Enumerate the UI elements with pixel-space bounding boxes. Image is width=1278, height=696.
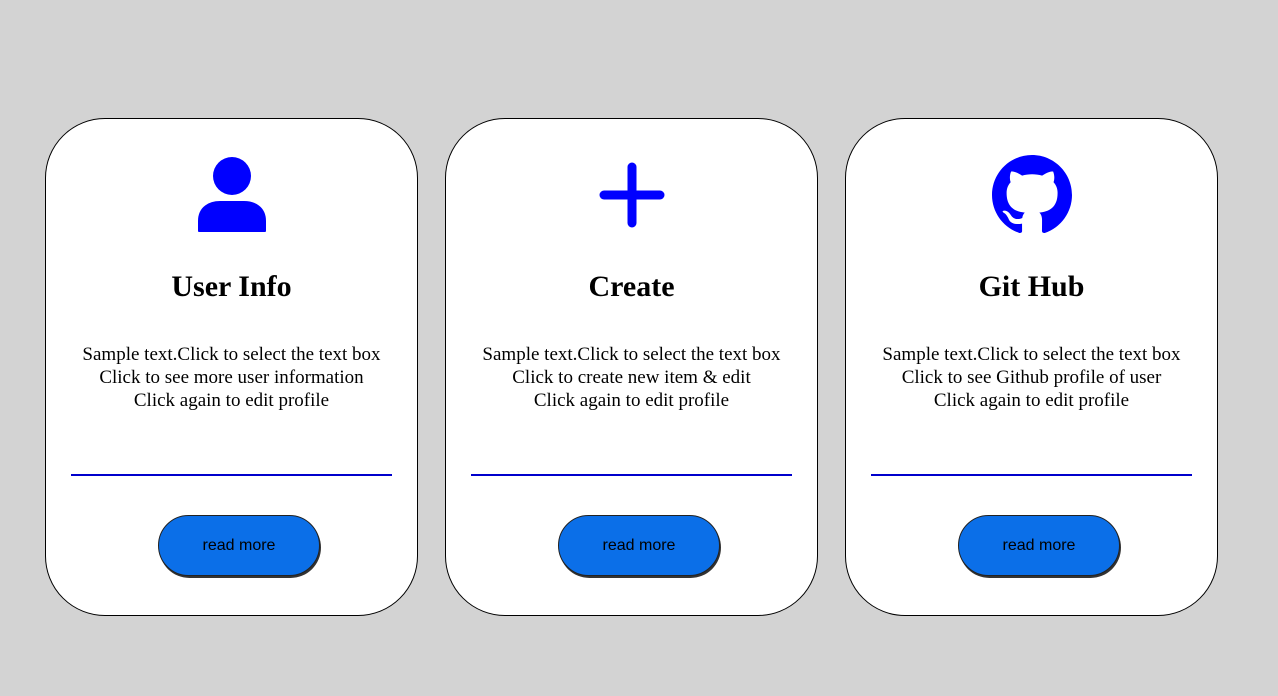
card-description[interactable]: Sample text.Click to select the text box…	[446, 343, 817, 412]
divider	[71, 474, 392, 476]
description-line: Click again to edit profile	[133, 390, 330, 411]
card-title: Git Hub	[978, 270, 1085, 303]
description-line: Click to see more user information	[99, 367, 364, 388]
card-create: Create Sample text.Click to select the t…	[445, 118, 818, 616]
cards-container: User Info Sample text.Click to select th…	[0, 0, 1278, 696]
github-icon[interactable]	[991, 155, 1072, 235]
description-line: Sample text.Click to select the text box	[882, 344, 1181, 365]
description-line: Click to see Github profile of user	[901, 367, 1162, 388]
card-github: Git Hub Sample text.Click to select the …	[845, 118, 1218, 616]
card-description[interactable]: Sample text.Click to select the text box…	[846, 343, 1217, 412]
card-title: Create	[588, 270, 675, 303]
description-line: Sample text.Click to select the text box	[482, 344, 781, 365]
read-more-button[interactable]: read more	[558, 515, 720, 576]
read-more-button[interactable]: read more	[958, 515, 1120, 576]
plus-icon[interactable]	[592, 155, 672, 235]
description-line: Click again to edit profile	[933, 390, 1130, 411]
divider	[471, 474, 792, 476]
read-more-button[interactable]: read more	[158, 515, 320, 576]
card-description[interactable]: Sample text.Click to select the text box…	[46, 343, 417, 412]
divider	[871, 474, 1192, 476]
card-user-info: User Info Sample text.Click to select th…	[45, 118, 418, 616]
description-line: Click to create new item & edit	[512, 367, 751, 388]
description-line: Click again to edit profile	[533, 390, 730, 411]
description-line: Sample text.Click to select the text box	[82, 344, 381, 365]
user-icon[interactable]	[192, 155, 272, 235]
card-title: User Info	[171, 270, 292, 303]
